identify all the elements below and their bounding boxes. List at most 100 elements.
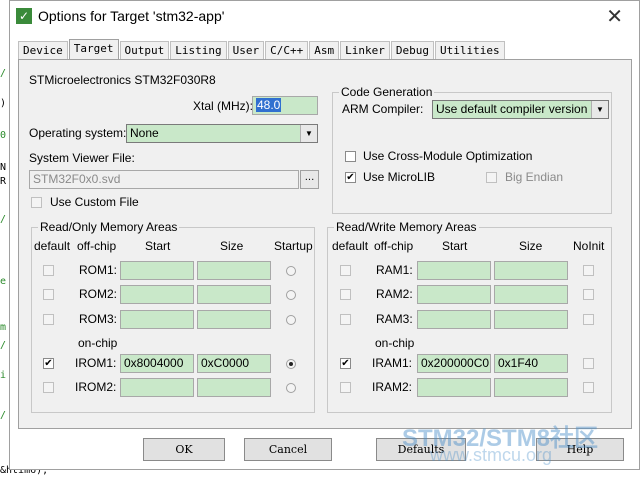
rom2-size-input[interactable] — [197, 285, 271, 304]
compiler-label: ARM Compiler: — [342, 102, 424, 116]
tab-c-cpp[interactable]: C/C++ — [265, 41, 309, 60]
close-icon[interactable]: ✕ — [606, 4, 623, 29]
ram3-default-checkbox[interactable] — [340, 314, 351, 325]
irom2-size-input[interactable] — [197, 378, 271, 397]
irom1-startup-radio[interactable] — [286, 359, 296, 369]
os-select[interactable]: None ▼ — [126, 124, 318, 143]
ram3-noinit-checkbox[interactable] — [583, 314, 594, 325]
editor-mark: N — [0, 162, 7, 173]
microlib-label: Use MicroLIB — [363, 170, 436, 184]
use-custom-file-checkbox[interactable] — [31, 197, 42, 208]
tab-device[interactable]: Device — [18, 41, 68, 60]
svd-browse-button[interactable]: ... — [300, 170, 319, 189]
svd-field: STM32F0x0.svd — [29, 170, 299, 189]
rom1-start-input[interactable] — [120, 261, 194, 280]
code-generation-group: Code Generation ARM Compiler: Use defaul… — [332, 85, 612, 214]
rw-header-size: Size — [519, 239, 543, 253]
ram1-noinit-checkbox[interactable] — [583, 265, 594, 276]
ro-onchip-label: on-chip — [78, 336, 118, 350]
irom1-size-input[interactable]: 0xC0000 — [197, 354, 271, 373]
iram1-noinit-checkbox[interactable] — [583, 358, 594, 369]
iram1-start-input[interactable]: 0x200000C0 — [417, 354, 491, 373]
tab-bar: Device Target Output Listing User C/C++ … — [18, 39, 506, 60]
ram2-default-checkbox[interactable] — [340, 289, 351, 300]
editor-mark: ) — [0, 98, 7, 109]
iram2-default-checkbox[interactable] — [340, 382, 351, 393]
editor-mark: 0 — [0, 130, 7, 141]
rom3-startup-radio[interactable] — [286, 315, 296, 325]
ram2-size-input[interactable] — [494, 285, 568, 304]
options-dialog: ✓ Options for Target 'stm32-app' ✕ Devic… — [9, 0, 640, 470]
editor-mark: R — [0, 176, 7, 187]
rom1-size-input[interactable] — [197, 261, 271, 280]
watermark-url: www.stmcu.org — [430, 445, 553, 465]
code-generation-title: Code Generation — [339, 85, 435, 99]
ram1-default-checkbox[interactable] — [340, 265, 351, 276]
xtal-input[interactable]: 48.0 — [252, 96, 318, 115]
tab-listing[interactable]: Listing — [170, 41, 227, 60]
ro-memory-group: Read/Only Memory Areas default off-chip … — [31, 220, 315, 413]
compiler-select[interactable]: Use default compiler version ▼ — [432, 100, 609, 119]
irom1-default-checkbox[interactable]: ✔ — [43, 358, 54, 369]
tab-utilities[interactable]: Utilities — [434, 41, 505, 60]
irom2-default-checkbox[interactable] — [43, 382, 54, 393]
rom1-label: ROM1: — [79, 263, 118, 277]
rom3-default-checkbox[interactable] — [43, 314, 54, 325]
chevron-down-icon: ▼ — [591, 101, 608, 118]
rom2-startup-radio[interactable] — [286, 290, 296, 300]
iram1-default-checkbox[interactable]: ✔ — [340, 358, 351, 369]
title-bar[interactable]: ✓ Options for Target 'stm32-app' ✕ — [10, 1, 639, 33]
ram3-label: RAM3: — [376, 312, 413, 326]
rw-memory-title: Read/Write Memory Areas — [334, 220, 479, 234]
tab-debug[interactable]: Debug — [390, 41, 434, 60]
editor-mark: m — [0, 322, 7, 333]
rom1-startup-radio[interactable] — [286, 266, 296, 276]
irom2-start-input[interactable] — [120, 378, 194, 397]
rom2-start-input[interactable] — [120, 285, 194, 304]
ram2-noinit-checkbox[interactable] — [583, 289, 594, 300]
device-name: STMicroelectronics STM32F030R8 — [29, 73, 216, 87]
rom3-start-input[interactable] — [120, 310, 194, 329]
rom3-size-input[interactable] — [197, 310, 271, 329]
irom2-startup-radio[interactable] — [286, 383, 296, 393]
irom1-start-input[interactable]: 0x8004000 — [120, 354, 194, 373]
rom2-label: ROM2: — [79, 287, 118, 301]
ram3-start-input[interactable] — [417, 310, 491, 329]
tab-target[interactable]: Target — [68, 39, 119, 60]
iram1-size-input[interactable]: 0x1F40 — [494, 354, 568, 373]
ro-header-startup: Startup — [274, 239, 313, 253]
ram3-size-input[interactable] — [494, 310, 568, 329]
tab-user[interactable]: User — [227, 41, 265, 60]
rom2-default-checkbox[interactable] — [43, 289, 54, 300]
iram2-noinit-checkbox[interactable] — [583, 382, 594, 393]
tab-output[interactable]: Output — [119, 41, 170, 60]
svd-label: System Viewer File: — [29, 151, 135, 165]
tab-linker[interactable]: Linker — [340, 41, 390, 60]
cross-module-checkbox[interactable] — [345, 151, 356, 162]
use-custom-file-label: Use Custom File — [50, 195, 139, 209]
ram1-start-input[interactable] — [417, 261, 491, 280]
cancel-button[interactable]: Cancel — [244, 438, 332, 461]
rw-header-start: Start — [442, 239, 468, 253]
cross-module-label: Use Cross-Module Optimization — [363, 149, 533, 163]
iram2-start-input[interactable] — [417, 378, 491, 397]
editor-mark: / — [0, 340, 7, 351]
rom1-default-checkbox[interactable] — [43, 265, 54, 276]
irom1-label: IROM1: — [75, 356, 117, 370]
iram1-label: IRAM1: — [372, 356, 413, 370]
big-endian-checkbox[interactable] — [486, 172, 497, 183]
ram1-size-input[interactable] — [494, 261, 568, 280]
target-panel: STMicroelectronics STM32F030R8 Xtal (MHz… — [18, 59, 632, 429]
keil-icon: ✓ — [16, 8, 32, 24]
rom3-label: ROM3: — [79, 312, 118, 326]
ok-button[interactable]: OK — [143, 438, 225, 461]
os-label: Operating system: — [29, 126, 127, 140]
rw-header-default: default — [332, 239, 369, 253]
ro-header-default: default — [34, 239, 71, 253]
iram2-size-input[interactable] — [494, 378, 568, 397]
tab-asm[interactable]: Asm — [309, 41, 340, 60]
microlib-checkbox[interactable]: ✔ — [345, 172, 356, 183]
ram2-label: RAM2: — [376, 287, 413, 301]
ram2-start-input[interactable] — [417, 285, 491, 304]
big-endian-label: Big Endian — [505, 170, 564, 184]
